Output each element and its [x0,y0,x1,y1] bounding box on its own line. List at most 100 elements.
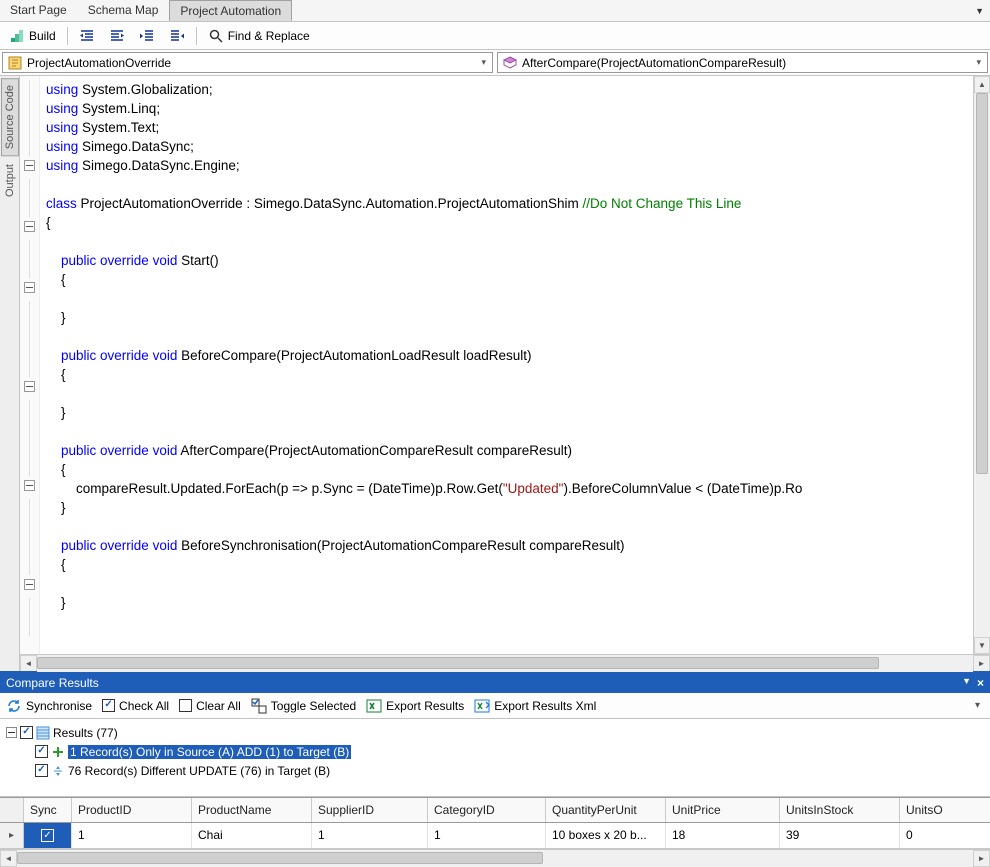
tree-child-label: 1 Record(s) Only in Source (A) ADD (1) t… [68,745,351,759]
scrollbar-thumb[interactable] [976,93,988,474]
grid-horizontal-scrollbar[interactable]: ◄ ► [0,849,990,866]
table-row[interactable]: ▸ ✓ 1 Chai 1 1 10 boxes x 20 b... 18 39 … [0,823,990,849]
scrollbar-thumb[interactable] [37,657,879,669]
tree-checkbox[interactable] [35,764,48,777]
class-selector[interactable]: ProjectAutomationOverride ▾ [2,52,493,73]
clear-all-label: Clear All [196,699,241,713]
grid-cell[interactable]: 1 [72,823,192,848]
scroll-right-icon[interactable]: ► [973,850,990,867]
tab-schema-map[interactable]: Schema Map [78,0,170,21]
horizontal-scrollbar[interactable]: ◄ ► [20,654,990,671]
toolbar-separator [196,27,197,45]
grid-cell[interactable]: 1 [428,823,546,848]
code-fold-gutter[interactable] [20,76,40,654]
class-icon [7,55,23,71]
excel-export-icon [366,698,382,714]
outdent-line-button[interactable] [134,25,160,47]
grid-cell[interactable]: 39 [780,823,900,848]
find-replace-label: Find & Replace [228,29,310,43]
grid-cell[interactable]: 10 boxes x 20 b... [546,823,666,848]
row-indicator-icon: ▸ [0,823,24,848]
tree-root-label: Results (77) [53,726,118,740]
toolbar-overflow-icon[interactable]: ▾ [971,700,984,711]
build-label: Build [29,29,56,43]
column-header[interactable]: SupplierID [312,798,428,822]
column-header[interactable]: UnitPrice [666,798,780,822]
side-tab-source-code[interactable]: Source Code [1,78,19,156]
column-header[interactable]: UnitsO [900,798,960,822]
indent-line-icon [169,28,185,44]
row-header-corner [0,798,24,822]
scroll-left-icon[interactable]: ◄ [20,655,37,672]
outdent-line-icon [139,28,155,44]
member-selector[interactable]: AfterCompare(ProjectAutomationCompareRes… [497,52,988,73]
collapse-icon[interactable] [6,727,17,738]
document-tab-strip: Start Page Schema Map Project Automation… [0,0,990,22]
member-selector-value: AfterCompare(ProjectAutomationCompareRes… [522,56,786,70]
column-header[interactable]: CategoryID [428,798,546,822]
compare-results-panel-title: Compare Results ▼ × [0,671,990,693]
indent-increase-button[interactable] [74,25,100,47]
export-results-xml-button[interactable]: Export Results Xml [474,698,596,714]
indent-line-button[interactable] [164,25,190,47]
build-button[interactable]: Build [4,25,61,47]
add-icon [51,745,65,759]
tree-child-row[interactable]: 1 Record(s) Only in Source (A) ADD (1) t… [6,742,984,761]
editor-toolbar: Build Find & Replace [0,22,990,50]
scroll-left-icon[interactable]: ◄ [0,850,17,867]
panel-menu-chevron-icon[interactable]: ▼ [962,676,971,690]
grid-cell[interactable]: Chai [192,823,312,848]
check-all-button[interactable]: Check All [102,699,169,713]
panel-close-icon[interactable]: × [977,676,984,690]
scroll-up-icon[interactable]: ▲ [974,76,990,93]
find-replace-button[interactable]: Find & Replace [203,25,315,47]
scroll-down-icon[interactable]: ▼ [974,637,990,654]
clear-all-button[interactable]: Clear All [179,699,241,713]
export-results-button[interactable]: Export Results [366,698,464,714]
xml-export-icon [474,698,490,714]
tree-root-row[interactable]: Results (77) [6,723,984,742]
tree-checkbox[interactable] [20,726,33,739]
check-all-label: Check All [119,699,169,713]
synchronise-button[interactable]: Synchronise [6,698,92,714]
member-selector-row: ProjectAutomationOverride ▾ AfterCompare… [0,50,990,76]
column-header[interactable]: QuantityPerUnit [546,798,666,822]
export-results-label: Export Results [386,699,464,713]
column-header[interactable]: ProductName [192,798,312,822]
column-header[interactable]: UnitsInStock [780,798,900,822]
compare-results-toolbar: Synchronise Check All Clear All Toggle S… [0,693,990,719]
scroll-right-icon[interactable]: ► [973,655,990,672]
tab-project-automation[interactable]: Project Automation [169,0,292,21]
chevron-down-icon: ▾ [479,57,488,68]
build-icon [9,28,25,44]
tab-overflow-chevron-icon[interactable]: ▼ [969,0,990,21]
toggle-icon [251,698,267,714]
grid-cell[interactable]: 0 [900,823,960,848]
toggle-selected-button[interactable]: Toggle Selected [251,698,356,714]
tab-start-page[interactable]: Start Page [0,0,78,21]
code-editor[interactable]: using System.Globalization;using System.… [40,76,973,654]
diff-icon [51,764,65,778]
empty-box-icon [179,699,192,712]
sync-icon [6,698,22,714]
vertical-scrollbar[interactable]: ▲ ▼ [973,76,990,654]
scrollbar-thumb[interactable] [17,852,543,864]
compare-results-grid[interactable]: Sync ProductID ProductName SupplierID Ca… [0,797,990,866]
grid-cell[interactable]: 18 [666,823,780,848]
toggle-selected-label: Toggle Selected [271,699,356,713]
indent-increase-icon [79,28,95,44]
checked-box-icon [102,699,115,712]
tree-checkbox[interactable] [35,745,48,758]
column-header[interactable]: ProductID [72,798,192,822]
column-header[interactable]: Sync [24,798,72,822]
export-results-xml-label: Export Results Xml [494,699,596,713]
grid-cell[interactable]: 1 [312,823,428,848]
side-tab-bar: Source Code Output [0,76,20,671]
indent-decrease-button[interactable] [104,25,130,47]
method-icon [502,55,518,71]
side-tab-output[interactable]: Output [2,158,18,203]
compare-results-tree[interactable]: Results (77) 1 Record(s) Only in Source … [0,719,990,797]
indent-decrease-icon [109,28,125,44]
sync-checkbox-cell[interactable]: ✓ [24,823,72,848]
tree-child-row[interactable]: 76 Record(s) Different UPDATE (76) in Ta… [6,761,984,780]
